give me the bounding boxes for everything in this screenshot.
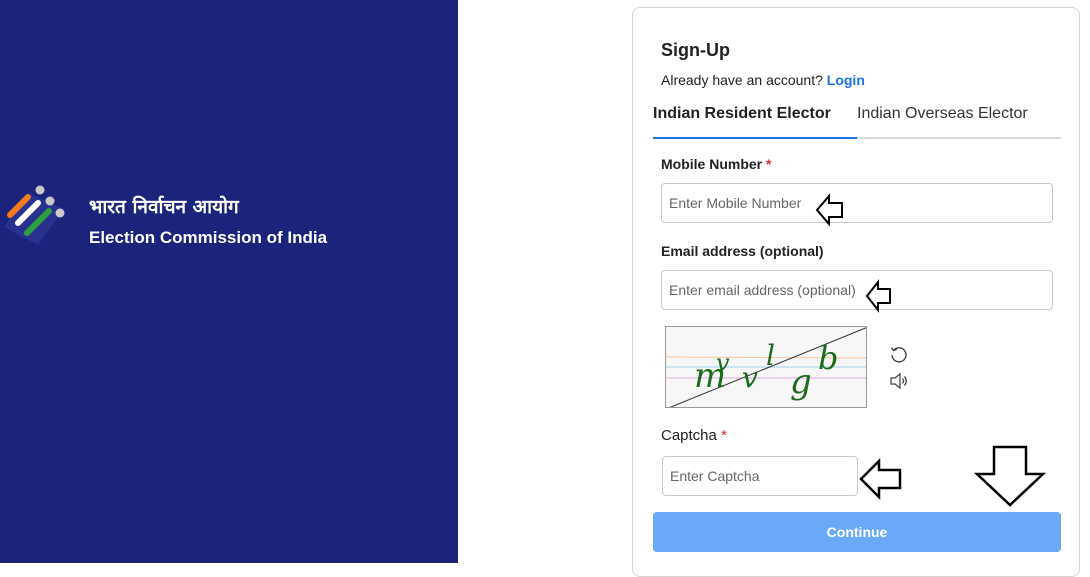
left-arrow-icon [859,458,902,500]
svg-text:l: l [766,339,775,372]
captcha-input[interactable] [662,456,858,496]
down-arrow-icon [974,445,1046,507]
left-arrow-icon [815,193,843,227]
account-prompt-text: Already have an account? [661,72,823,88]
captcha-image: m v v l g b [665,326,867,408]
elector-tabs: Indian Resident Elector Indian Overseas … [653,105,1061,139]
tab-indian-resident-elector[interactable]: Indian Resident Elector [653,105,831,123]
account-prompt: Already have an account? Login [661,72,865,88]
captcha-label: Captcha * [661,427,727,444]
mobile-number-label: Mobile Number * [661,156,771,172]
speaker-icon[interactable] [889,372,909,390]
required-mark: * [721,427,727,444]
eci-logo-icon [4,185,65,245]
page-title: Sign-Up [661,40,730,60]
refresh-icon[interactable] [889,345,909,365]
required-mark: * [766,156,772,172]
mobile-number-label-text: Mobile Number [661,156,763,172]
captcha-label-text: Captcha [661,427,717,444]
svg-text:b: b [818,339,838,377]
brand-hindi-name: भारत निर्वाचन आयोग [89,196,239,218]
email-label: Email address (optional) [661,243,824,259]
svg-text:g: g [790,362,812,402]
mobile-number-input[interactable] [661,183,1053,223]
email-input[interactable] [661,270,1053,310]
brand-panel: भारत निर्वाचन आयोग Election Commission o… [0,0,458,563]
tab-indian-overseas-elector[interactable]: Indian Overseas Elector [857,105,1028,123]
active-tab-indicator [653,137,857,139]
svg-text:v: v [716,349,730,377]
left-arrow-icon [865,279,891,313]
login-link[interactable]: Login [827,72,865,88]
brand-english-name: Election Commission of India [89,228,328,247]
captcha-graphic: m v v l g b [666,327,866,407]
continue-button[interactable]: Continue [653,512,1061,552]
svg-text:v: v [742,361,758,394]
